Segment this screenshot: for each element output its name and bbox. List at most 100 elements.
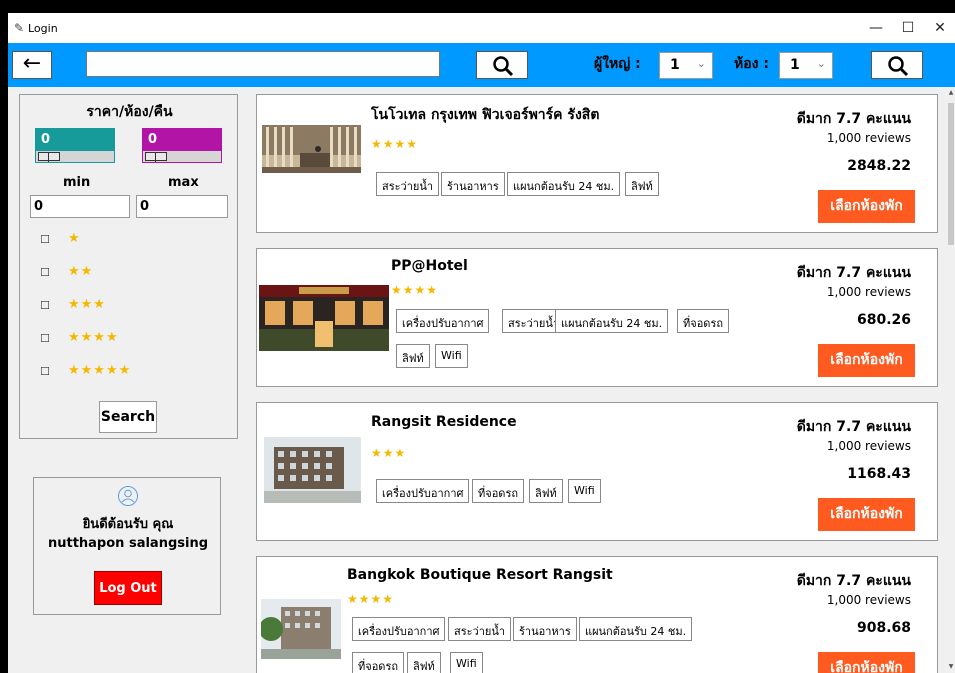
max-price-slider[interactable] bbox=[142, 150, 222, 163]
hotel-stars: ★★★★ bbox=[347, 592, 395, 606]
search-icon bbox=[888, 56, 909, 77]
rooms-select[interactable]: 1 ⌄ bbox=[779, 52, 833, 79]
amenity-tag: ร้านอาหาร bbox=[513, 617, 577, 641]
hotel-reviews: 1,000 reviews bbox=[826, 131, 911, 145]
rooms-label: ห้อง : bbox=[734, 56, 769, 72]
user-name: nutthapon salangsing bbox=[47, 536, 209, 551]
hotel-reviews: 1,000 reviews bbox=[826, 439, 911, 453]
checkbox[interactable]: ☐ bbox=[40, 365, 50, 378]
hotel-reviews: 1,000 reviews bbox=[826, 285, 911, 299]
search-button[interactable] bbox=[476, 51, 528, 79]
checkbox[interactable]: ☐ bbox=[40, 332, 50, 345]
logout-button[interactable]: Log Out bbox=[94, 571, 162, 605]
hotel-rating: ดีมาก 7.7 คะแนน bbox=[796, 265, 911, 281]
amenity-tag: ลิฟท์ bbox=[407, 652, 441, 673]
amenity-tag: ที่จอดรถ bbox=[472, 479, 525, 503]
hotel-stars: ★★★ bbox=[371, 446, 407, 460]
price-filter-panel: ราคา/ห้อง/คืน 0 0 min max 0 0 ☐ ★ ☐ ★★ ☐ ★★… bbox=[19, 94, 238, 439]
hotel-reviews: 1,000 reviews bbox=[826, 593, 911, 607]
min-price-input[interactable]: 0 bbox=[30, 195, 130, 218]
amenity-tag: เครื่องปรับอากาศ bbox=[376, 479, 470, 503]
hotel-stars: ★★★★ bbox=[371, 137, 419, 151]
select-room-button[interactable]: เลือกห้องพัก bbox=[818, 498, 915, 531]
hotel-name: Bangkok Boutique Resort Rangsit bbox=[347, 567, 613, 583]
hotel-price: 1168.43 bbox=[847, 466, 911, 482]
amenity-tag: แผนกต้อนรับ 24 ชม. bbox=[507, 172, 621, 196]
results-scrollbar[interactable]: ▲ ▼ bbox=[947, 87, 955, 673]
select-room-button[interactable]: เลือกห้องพัก bbox=[818, 190, 915, 223]
rooms-value: 1 bbox=[790, 57, 800, 73]
hotel-card: Rangsit Residence ★★★ เครื่องปรับอากาศ ท… bbox=[256, 402, 938, 541]
amenity-tag: ที่จอดรถ bbox=[352, 652, 405, 673]
back-button[interactable]: ← bbox=[12, 51, 52, 79]
hotel-price: 680.26 bbox=[856, 312, 911, 328]
search-button-2[interactable] bbox=[871, 51, 923, 79]
search-icon bbox=[493, 56, 514, 77]
amenity-tag: แผนกต้อนรับ 24 ชม. bbox=[579, 617, 693, 641]
max-price-display: 0 bbox=[142, 128, 222, 150]
amenity-tag: ลิฟท์ bbox=[625, 172, 659, 196]
checkbox[interactable]: ☐ bbox=[40, 266, 50, 279]
app-window: ✎ Login — ☐ ✕ ← ผู้ใหญ่ : 1 ⌄ ห้อง : 1 ⌄… bbox=[8, 13, 955, 673]
star-rating: ★ bbox=[68, 231, 81, 246]
adults-select[interactable]: 1 ⌄ bbox=[659, 52, 713, 79]
price-filter-title: ราคา/ห้อง/คืน bbox=[86, 104, 173, 120]
slider-thumb[interactable] bbox=[145, 152, 167, 162]
hotel-rating: ดีมาก 7.7 คะแนน bbox=[796, 419, 911, 435]
scrollbar-thumb[interactable] bbox=[948, 103, 954, 245]
amenity-tag: แผนกต้อนรับ 24 ชม. bbox=[555, 309, 669, 333]
amenity-tag: สระว่ายน้ำ bbox=[448, 617, 512, 641]
close-button[interactable]: ✕ bbox=[925, 17, 955, 39]
slider-thumb[interactable] bbox=[38, 152, 60, 162]
hotel-name: โนโวเทล กรุงเทพ ฟิวเจอร์พาร์ค รังสิต bbox=[371, 107, 600, 123]
scroll-up-icon[interactable]: ▲ bbox=[947, 89, 955, 96]
star-rating: ★★★★★ bbox=[68, 363, 132, 378]
window-title: Login bbox=[28, 22, 58, 35]
amenity-tag: Wifi bbox=[435, 344, 468, 368]
star-rating: ★★★★ bbox=[68, 330, 119, 345]
hotel-card: Bangkok Boutique Resort Rangsit ★★★★ เคร… bbox=[256, 556, 938, 673]
search-input[interactable] bbox=[86, 51, 440, 77]
feather-icon: ✎ bbox=[14, 21, 25, 35]
hotel-card: PP@Hotel ★★★★ เครื่องปรับอากาศ สระว่ายน้… bbox=[256, 248, 938, 387]
title-bar: ✎ Login — ☐ ✕ bbox=[8, 13, 955, 43]
top-toolbar: ← ผู้ใหญ่ : 1 ⌄ ห้อง : 1 ⌄ bbox=[8, 43, 955, 87]
min-price-display: 0 bbox=[35, 128, 115, 150]
amenity-tag: เครื่องปรับอากาศ bbox=[396, 309, 490, 333]
hotel-rating: ดีมาก 7.7 คะแนน bbox=[796, 573, 911, 589]
star-rating: ★★★ bbox=[68, 297, 106, 312]
select-room-button[interactable]: เลือกห้องพัก bbox=[818, 652, 915, 673]
hotel-name: Rangsit Residence bbox=[371, 414, 517, 430]
checkbox[interactable]: ☐ bbox=[40, 233, 50, 246]
hotel-price: 908.68 bbox=[856, 620, 911, 636]
hotel-photo bbox=[261, 599, 341, 659]
welcome-text: ยินดีต้อนรับ คุณ nutthapon salangsing bbox=[34, 515, 222, 553]
adults-value: 1 bbox=[670, 57, 680, 73]
user-panel: ยินดีต้อนรับ คุณ nutthapon salangsing Lo… bbox=[33, 477, 221, 615]
amenity-tag: ที่จอดรถ bbox=[677, 309, 730, 333]
avatar-icon bbox=[118, 486, 138, 506]
amenity-tag: ลิฟท์ bbox=[529, 479, 563, 503]
amenity-tag: Wifi bbox=[568, 479, 601, 503]
amenity-tag: ลิฟท์ bbox=[396, 344, 430, 368]
chevron-down-icon: ⌄ bbox=[816, 57, 826, 70]
min-label: min bbox=[63, 175, 91, 190]
filter-search-button[interactable]: Search bbox=[99, 401, 157, 433]
scroll-down-icon[interactable]: ▼ bbox=[947, 663, 955, 670]
maximize-button[interactable]: ☐ bbox=[893, 17, 923, 39]
amenity-tag: สระว่ายน้ำ bbox=[376, 172, 440, 196]
hotel-price: 2848.22 bbox=[847, 158, 911, 174]
amenity-tag: เครื่องปรับอากาศ bbox=[352, 617, 446, 641]
welcome-greeting: ยินดีต้อนรับ คุณ bbox=[82, 517, 174, 532]
checkbox[interactable]: ☐ bbox=[40, 299, 50, 312]
hotel-name: PP@Hotel bbox=[391, 258, 468, 274]
chevron-down-icon: ⌄ bbox=[696, 57, 706, 70]
amenity-tag: Wifi bbox=[450, 652, 483, 673]
hotel-card: โนโวเทล กรุงเทพ ฟิวเจอร์พาร์ค รังสิต ★★★… bbox=[256, 94, 938, 233]
min-price-slider[interactable] bbox=[35, 150, 115, 163]
hotel-rating: ดีมาก 7.7 คะแนน bbox=[796, 111, 911, 127]
minimize-button[interactable]: — bbox=[861, 17, 891, 39]
hotel-photo bbox=[264, 437, 361, 503]
select-room-button[interactable]: เลือกห้องพัก bbox=[818, 344, 915, 377]
max-price-input[interactable]: 0 bbox=[136, 195, 228, 218]
